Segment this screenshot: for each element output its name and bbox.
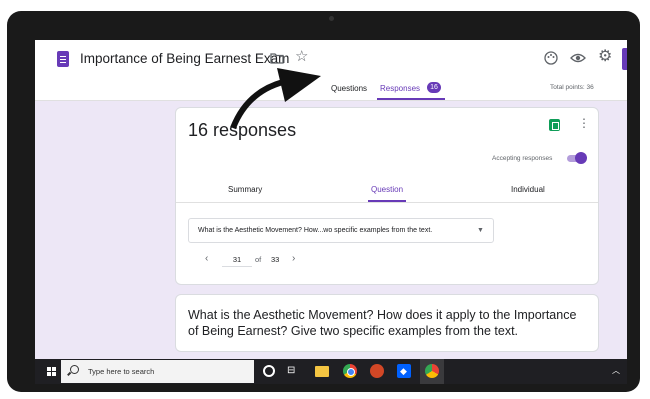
palette-icon[interactable] [544,51,558,65]
taskbar-search[interactable]: Type here to search [61,360,254,383]
responses-count-badge: 16 [427,82,441,93]
laptop-bezel: Importance of Being Earnest Exam ☆ ⚙ Que… [7,11,640,392]
tab-responses[interactable]: Responses [380,84,420,93]
google-sheets-icon[interactable] [549,119,560,131]
app-icon[interactable] [425,364,439,378]
chevron-left-icon[interactable]: ‹ [205,253,208,265]
search-placeholder: Type here to search [88,367,155,376]
subtab-individual[interactable]: Individual [511,185,545,194]
question-dropdown-value: What is the Aesthetic Movement? How...wo… [198,227,433,234]
google-forms-icon[interactable] [57,51,69,67]
task-view-icon[interactable]: ⊟ [287,364,301,378]
subtab-summary[interactable]: Summary [228,185,262,194]
webcam [329,16,334,21]
powerpoint-icon[interactable] [370,364,384,378]
more-vert-icon[interactable]: ⋮ [578,117,590,129]
tray-chevron-icon[interactable]: ︿ [612,365,620,376]
pointer-arrow-icon [230,68,321,130]
subtab-question[interactable]: Question [371,185,403,194]
file-explorer-icon[interactable] [315,366,329,377]
send-button-edge[interactable] [622,48,627,70]
eye-icon[interactable] [570,51,586,65]
chevron-right-icon[interactable]: › [292,253,295,265]
tab-questions[interactable]: Questions [331,84,367,93]
dropdown-caret-icon: ▼ [477,227,484,234]
gear-icon[interactable]: ⚙ [598,49,612,65]
question-card: What is the Aesthetic Movement? How does… [175,294,599,352]
page-number-input[interactable]: 31 [222,253,252,267]
windows-taskbar: Type here to search ⊟ ︿ [35,359,627,384]
question-dropdown[interactable]: What is the Aesthetic Movement? How...wo… [188,218,494,243]
total-points: Total points: 36 [550,84,594,91]
search-icon [70,365,79,374]
dropbox-icon[interactable] [397,364,411,378]
question-text: What is the Aesthetic Movement? How does… [188,308,577,338]
chrome-icon[interactable] [343,364,357,378]
app-header: Importance of Being Earnest Exam ☆ ⚙ Que… [35,40,627,101]
pager-of-label: of [255,255,262,264]
divider [176,202,598,203]
screen: Importance of Being Earnest Exam ☆ ⚙ Que… [35,40,627,384]
accepting-responses-label: Accepting responses [492,155,553,162]
active-tab-indicator [377,98,445,100]
toggle-knob[interactable] [575,152,587,164]
windows-icon[interactable] [47,367,56,376]
cortana-icon[interactable] [263,365,275,377]
pager-total: 33 [271,255,280,264]
